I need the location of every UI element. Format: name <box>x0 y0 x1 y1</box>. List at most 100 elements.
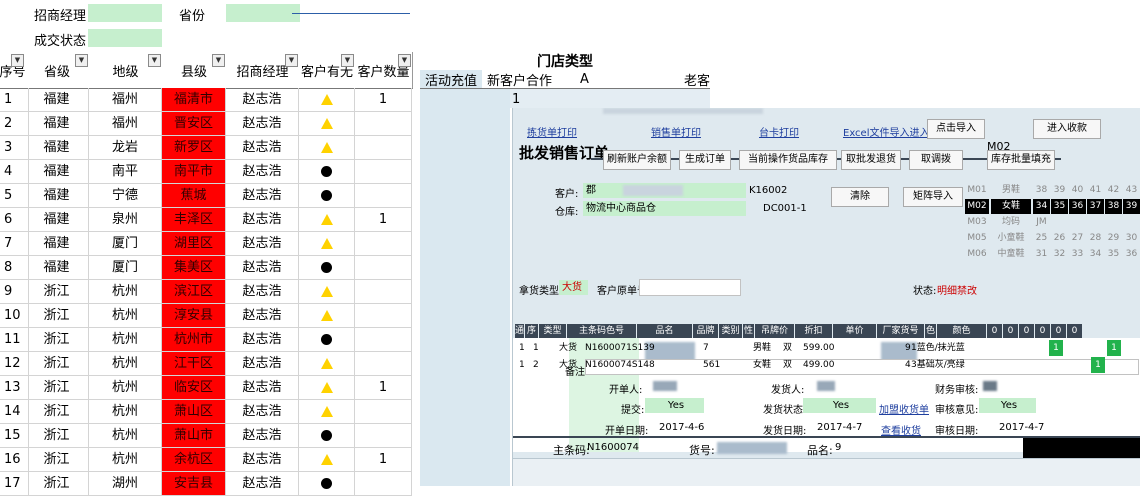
grid-type-cell[interactable]: 大货 <box>559 357 577 373</box>
grid-header-cell[interactable]: 0 <box>1003 324 1018 338</box>
customer-status-cell[interactable] <box>299 424 355 448</box>
filter-dropdown-icon[interactable]: ▼ <box>11 54 24 67</box>
manager-cell[interactable]: 赵志浩 <box>226 160 299 184</box>
city-cell[interactable]: 厦门 <box>89 256 162 280</box>
grid-header-cell[interactable]: 颜色 <box>937 324 986 338</box>
count-cell[interactable] <box>355 256 412 280</box>
county-cell[interactable]: 余杭区 <box>162 448 226 472</box>
manager-cell[interactable]: 赵志浩 <box>226 424 299 448</box>
size-qty-cell[interactable]: 1 <box>1107 340 1121 356</box>
sales-slip-print-link[interactable]: 销售单打印 <box>651 124 701 139</box>
count-cell[interactable] <box>355 472 412 496</box>
customer-status-cell[interactable] <box>299 448 355 472</box>
county-cell[interactable]: 江干区 <box>162 352 226 376</box>
count-cell[interactable]: 1 <box>355 448 412 472</box>
county-cell[interactable]: 萧山市 <box>162 424 226 448</box>
grid-color-cell[interactable]: 3基础灰/亮绿 <box>911 357 965 373</box>
grid-header-cell[interactable]: 折扣 <box>795 324 832 338</box>
grid-seq-cell[interactable]: 1 <box>519 340 525 356</box>
county-cell[interactable]: 蕉城 <box>162 184 226 208</box>
filter-dropdown-icon[interactable]: ▼ <box>285 54 298 67</box>
manager-cell[interactable]: 赵志浩 <box>226 184 299 208</box>
grid-color-cell[interactable]: 1蓝色/抹光蓝 <box>911 340 965 356</box>
customer-status-cell[interactable] <box>299 208 355 232</box>
county-cell[interactable]: 淳安县 <box>162 304 226 328</box>
card-print-link[interactable]: 台卡打印 <box>759 124 799 139</box>
ship-status-field[interactable]: Yes <box>803 398 876 413</box>
grid-price-cell[interactable]: 599.00 <box>803 340 835 356</box>
batch-fill-button[interactable]: 库存批量填充 <box>987 150 1055 170</box>
grid-header-cell[interactable]: 通 <box>515 324 524 338</box>
manager-cell[interactable]: 赵志浩 <box>226 208 299 232</box>
manager-cell[interactable]: 赵志浩 <box>226 376 299 400</box>
grid-header-cell[interactable]: 厂家货号 <box>877 324 924 338</box>
grid-header-cell[interactable]: 0 <box>1035 324 1050 338</box>
province-cell[interactable]: 浙江 <box>25 448 89 472</box>
customer-status-cell[interactable] <box>299 400 355 424</box>
enter-receive-button[interactable]: 进入收款 <box>1033 119 1101 139</box>
province-cell[interactable]: 福建 <box>25 160 89 184</box>
grid-header-cell[interactable]: 色 <box>925 324 936 338</box>
click-import-button[interactable]: 点击导入 <box>927 119 985 139</box>
customer-status-cell[interactable] <box>299 304 355 328</box>
header-county[interactable]: 县级 ▼ <box>162 52 227 89</box>
take-return-button[interactable]: 取批发退货 <box>841 150 901 170</box>
grid-fno-cell[interactable]: 4 <box>905 357 911 373</box>
city-cell[interactable]: 杭州 <box>89 304 162 328</box>
header-has-customer[interactable]: 客户有无 ▼ <box>299 52 356 89</box>
province-cell[interactable]: 浙江 <box>25 424 89 448</box>
count-cell[interactable]: 1 <box>355 208 412 232</box>
county-cell[interactable]: 丰泽区 <box>162 208 226 232</box>
city-cell[interactable]: 宁德 <box>89 184 162 208</box>
refresh-balance-button[interactable]: 刷新账户余额 <box>603 150 671 170</box>
county-cell[interactable]: 杭州市 <box>162 328 226 352</box>
customer-status-cell[interactable] <box>299 328 355 352</box>
province-cell[interactable]: 浙江 <box>25 352 89 376</box>
province-cell[interactable]: 浙江 <box>25 472 89 496</box>
count-cell[interactable]: 1 <box>355 376 412 400</box>
manager-cell[interactable]: 赵志浩 <box>226 448 299 472</box>
customer-status-cell[interactable] <box>299 88 355 112</box>
filter-dropdown-icon[interactable]: ▼ <box>341 54 354 67</box>
customer-status-cell[interactable] <box>299 280 355 304</box>
grid-fno-cell[interactable]: 9 <box>905 340 911 356</box>
grid-header-cell[interactable]: 吊牌价 <box>755 324 794 338</box>
manager-cell[interactable]: 赵志浩 <box>226 256 299 280</box>
city-cell[interactable]: 杭州 <box>89 400 162 424</box>
size-qty-cell[interactable]: 1 <box>1049 340 1063 356</box>
manager-cell[interactable]: 赵志浩 <box>226 328 299 352</box>
grid-header-cell[interactable]: 单价 <box>833 324 876 338</box>
county-cell[interactable]: 临安区 <box>162 376 226 400</box>
city-cell[interactable]: 杭州 <box>89 280 162 304</box>
header-seq[interactable]: 序号 ▼ <box>0 52 26 89</box>
excel-import-link[interactable]: Excel文件导入进入 <box>843 124 930 139</box>
take-transfer-button[interactable]: 取调拨 <box>909 150 963 170</box>
grid-sex-cell[interactable]: 双 <box>783 357 792 373</box>
grid-header-cell[interactable]: 品名 <box>637 324 692 338</box>
city-cell[interactable]: 泉州 <box>89 208 162 232</box>
manager-filter-input[interactable] <box>88 4 162 22</box>
view-receipt-link[interactable]: 查看收货 <box>881 422 921 437</box>
province-cell[interactable]: 福建 <box>25 184 89 208</box>
filter-dropdown-icon[interactable]: ▼ <box>148 54 161 67</box>
manager-cell[interactable]: 赵志浩 <box>226 232 299 256</box>
customer-status-cell[interactable] <box>299 136 355 160</box>
grid-code-cell[interactable]: N1600074S148 <box>585 357 655 373</box>
province-cell[interactable]: 浙江 <box>25 304 89 328</box>
grid-header-cell[interactable]: 品牌 <box>693 324 718 338</box>
add-receipt-link[interactable]: 加盟收货单 <box>879 401 929 416</box>
province-cell[interactable]: 浙江 <box>25 280 89 304</box>
audit-field[interactable]: Yes <box>979 398 1036 413</box>
manager-cell[interactable]: 赵志浩 <box>226 400 299 424</box>
manager-cell[interactable]: 赵志浩 <box>226 280 299 304</box>
customer-status-cell[interactable] <box>299 232 355 256</box>
count-cell[interactable] <box>355 232 412 256</box>
county-cell[interactable]: 安吉县 <box>162 472 226 496</box>
manager-cell[interactable]: 赵志浩 <box>226 112 299 136</box>
manager-cell[interactable]: 赵志浩 <box>226 352 299 376</box>
county-cell[interactable]: 晋安区 <box>162 112 226 136</box>
grid-name-cell[interactable]: 561 <box>703 357 720 373</box>
city-cell[interactable]: 南平 <box>89 160 162 184</box>
province-cell[interactable]: 浙江 <box>25 376 89 400</box>
city-cell[interactable]: 福州 <box>89 112 162 136</box>
